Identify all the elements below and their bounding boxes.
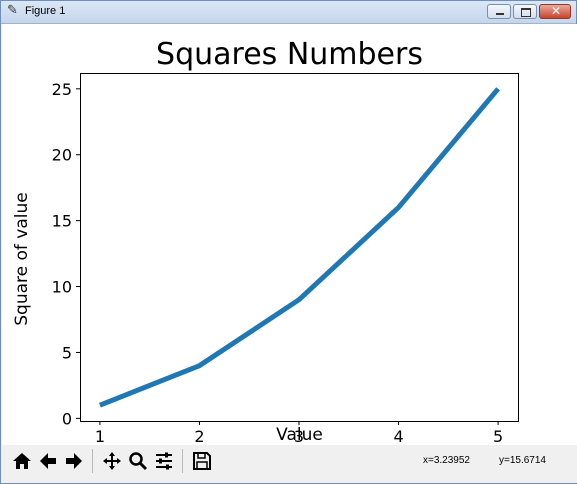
forward-button[interactable] <box>62 448 86 474</box>
close-button[interactable]: ✕ <box>539 4 571 19</box>
home-button[interactable] <box>10 448 34 474</box>
floppy-disk-icon <box>193 452 211 470</box>
figure-canvas[interactable]: Squares Numbers Square of value Value 12… <box>2 24 577 445</box>
move-icon <box>103 452 121 470</box>
x-coordinate-readout: x=3.23952 <box>423 455 470 466</box>
x-tick-label: 1 <box>95 427 105 445</box>
toolbar-separator <box>182 449 183 473</box>
toolbar-separator <box>92 449 93 473</box>
magnifier-icon <box>129 452 148 471</box>
y-tick-label: 15 <box>52 212 72 231</box>
configure-subplots-button[interactable] <box>152 448 176 474</box>
x-tick-label: 4 <box>393 427 403 445</box>
title-bar[interactable]: ✎ Figure 1 ✕ <box>1 1 576 24</box>
home-icon <box>13 453 31 469</box>
y-tick-label: 5 <box>62 343 72 362</box>
y-tick-label: 20 <box>52 146 72 165</box>
window-title: Figure 1 <box>25 5 66 17</box>
y-coordinate-readout: y=15.6714 <box>499 455 546 466</box>
plot-area[interactable]: 1 2 3 4 5 0 5 10 15 20 25 <box>2 24 577 445</box>
arrow-left-icon <box>40 453 56 469</box>
y-tick-label: 10 <box>52 278 72 297</box>
arrow-right-icon <box>66 453 82 469</box>
navigation-toolbar: x=3.23952 y=15.6714 <box>2 445 577 483</box>
maximize-button[interactable] <box>513 4 537 19</box>
save-button[interactable] <box>190 448 214 474</box>
axes-frame <box>80 73 519 422</box>
zoom-button[interactable] <box>126 448 150 474</box>
minimize-button[interactable] <box>487 4 511 19</box>
series-line <box>98 87 501 408</box>
y-tick-label: 0 <box>62 409 72 428</box>
close-icon: ✕ <box>551 4 562 18</box>
pan-button[interactable] <box>100 448 124 474</box>
y-tick-label: 25 <box>52 80 72 99</box>
figure-window: ✎ Figure 1 ✕ Squares Numbers Square of v… <box>0 0 577 484</box>
x-tick-label: 3 <box>294 427 304 445</box>
feather-icon: ✎ <box>7 3 18 18</box>
sliders-icon <box>156 452 172 470</box>
x-tick-label: 5 <box>493 427 503 445</box>
back-button[interactable] <box>36 448 60 474</box>
x-tick-label: 2 <box>194 427 204 445</box>
